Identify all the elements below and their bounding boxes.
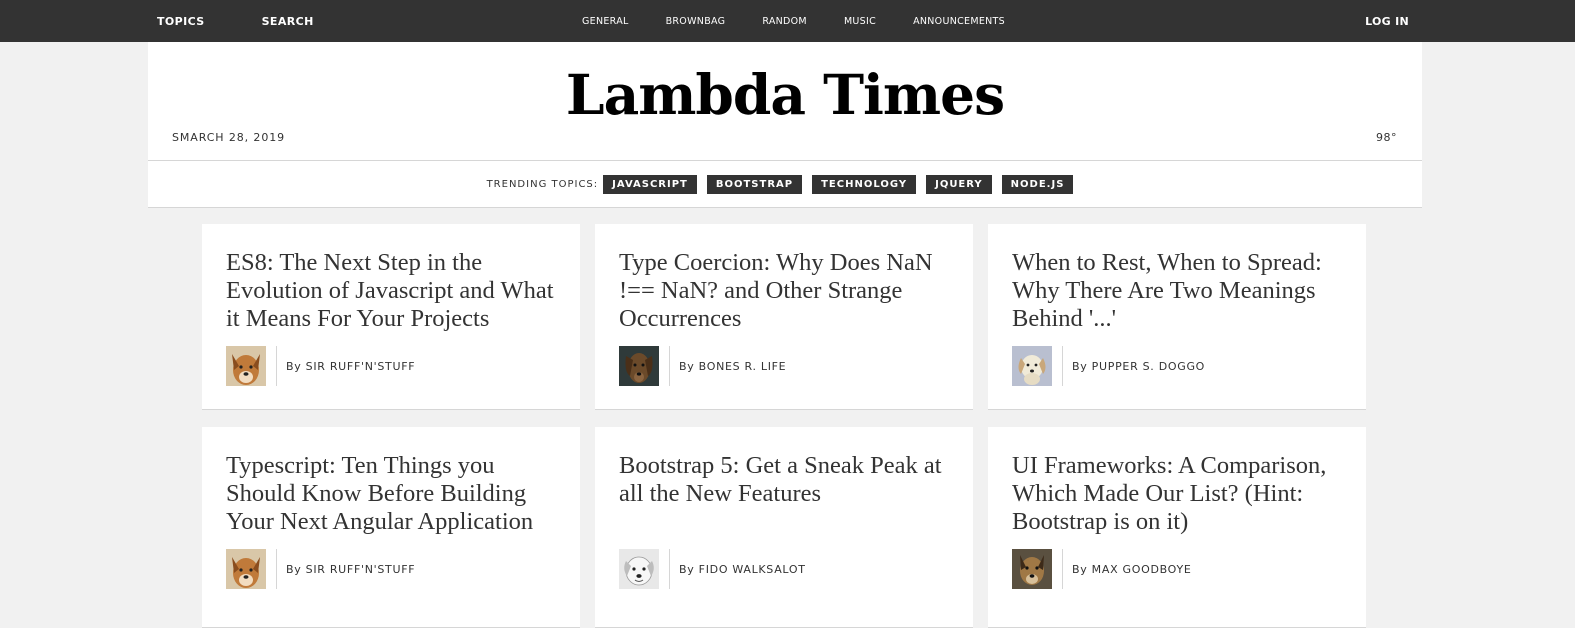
article-author: By FIDO WALKSALOT: [619, 549, 806, 589]
header-temperature: 98°: [1376, 131, 1397, 144]
dog-avatar-tan: [226, 346, 266, 386]
dog-avatar-light: [1012, 346, 1052, 386]
author-byline: By BONES R. LIFE: [679, 360, 786, 373]
article-author: By SIR RUFF'N'STUFF: [226, 549, 415, 589]
article-card[interactable]: ES8: The Next Step in the Evolution of J…: [202, 224, 580, 410]
topics-link[interactable]: TOPICS: [157, 15, 205, 28]
author-byline: By SIR RUFF'N'STUFF: [286, 563, 415, 576]
primary-nav: TOPICS SEARCH: [157, 0, 371, 42]
article-card[interactable]: When to Rest, When to Spread: Why There …: [988, 224, 1366, 410]
tag-technology[interactable]: TECHNOLOGY: [812, 174, 917, 194]
category-random[interactable]: RANDOM: [762, 16, 807, 27]
author-byline: By MAX GOODBOYE: [1072, 563, 1192, 576]
by-label: By: [286, 562, 302, 576]
dog-avatar-brown: [1012, 549, 1052, 589]
article-card[interactable]: Typescript: Ten Things you Should Know B…: [202, 427, 580, 628]
author-name: SIR RUFF'N'STUFF: [305, 359, 416, 373]
author-name: SIR RUFF'N'STUFF: [305, 562, 416, 576]
site-title[interactable]: Lambda Times: [148, 60, 1422, 130]
dog-avatar-tan: [226, 549, 266, 589]
author-byline: By SIR RUFF'N'STUFF: [286, 360, 415, 373]
article-headline[interactable]: When to Rest, When to Spread: Why There …: [1012, 249, 1352, 333]
by-label: By: [286, 359, 302, 373]
category-music[interactable]: MUSIC: [844, 16, 876, 27]
by-label: By: [679, 359, 695, 373]
author-divider: [669, 346, 670, 386]
author-divider: [1062, 346, 1063, 386]
tag-bootstrap[interactable]: BOOTSTRAP: [706, 174, 803, 194]
top-navbar: TOPICS SEARCH GENERAL BROWNBAG RANDOM MU…: [0, 0, 1575, 42]
category-announcements[interactable]: ANNOUNCEMENTS: [913, 16, 1005, 27]
article-author: By SIR RUFF'N'STUFF: [226, 346, 415, 386]
author-name: BONES R. LIFE: [698, 359, 787, 373]
author-divider: [276, 549, 277, 589]
login-link[interactable]: LOG IN: [1365, 0, 1409, 42]
author-divider: [1062, 549, 1063, 589]
article-author: By BONES R. LIFE: [619, 346, 786, 386]
author-byline: By PUPPER S. DOGGO: [1072, 360, 1205, 373]
trending-label: TRENDING TOPICS:: [486, 178, 599, 190]
category-general[interactable]: GENERAL: [582, 16, 629, 27]
tag-javascript[interactable]: JAVASCRIPT: [603, 174, 697, 194]
dog-avatar-white: [619, 549, 659, 589]
article-headline[interactable]: UI Frameworks: A Comparison, Which Made …: [1012, 452, 1352, 536]
by-label: By: [679, 562, 695, 576]
category-brownbag[interactable]: BROWNBAG: [666, 16, 726, 27]
article-headline[interactable]: ES8: The Next Step in the Evolution of J…: [226, 249, 566, 333]
tag-jquery[interactable]: JQUERY: [926, 174, 992, 194]
author-name: FIDO WALKSALOT: [698, 562, 806, 576]
tag-nodejs[interactable]: NODE.JS: [1001, 174, 1074, 194]
author-divider: [276, 346, 277, 386]
masthead: Lambda Times SMARCH 28, 2019 98°: [148, 42, 1422, 161]
article-author: By MAX GOODBOYE: [1012, 549, 1192, 589]
article-headline[interactable]: Typescript: Ten Things you Should Know B…: [226, 452, 566, 536]
article-card[interactable]: UI Frameworks: A Comparison, Which Made …: [988, 427, 1366, 628]
category-nav: GENERAL BROWNBAG RANDOM MUSIC ANNOUNCEME…: [582, 0, 1042, 42]
author-name: PUPPER S. DOGGO: [1091, 359, 1206, 373]
dog-avatar-dark: [619, 346, 659, 386]
article-card[interactable]: Bootstrap 5: Get a Sneak Peak at all the…: [595, 427, 973, 628]
article-card[interactable]: Type Coercion: Why Does NaN !== NaN? and…: [595, 224, 973, 410]
search-link[interactable]: SEARCH: [262, 15, 314, 28]
by-label: By: [1072, 562, 1088, 576]
author-divider: [669, 549, 670, 589]
article-headline[interactable]: Bootstrap 5: Get a Sneak Peak at all the…: [619, 452, 959, 508]
author-byline: By FIDO WALKSALOT: [679, 563, 806, 576]
author-name: MAX GOODBOYE: [1091, 562, 1192, 576]
article-headline[interactable]: Type Coercion: Why Does NaN !== NaN? and…: [619, 249, 959, 333]
header-date: SMARCH 28, 2019: [172, 131, 286, 144]
by-label: By: [1072, 359, 1088, 373]
trending-topics-bar: TRENDING TOPICS: JAVASCRIPT BOOTSTRAP TE…: [148, 161, 1422, 208]
article-author: By PUPPER S. DOGGO: [1012, 346, 1205, 386]
